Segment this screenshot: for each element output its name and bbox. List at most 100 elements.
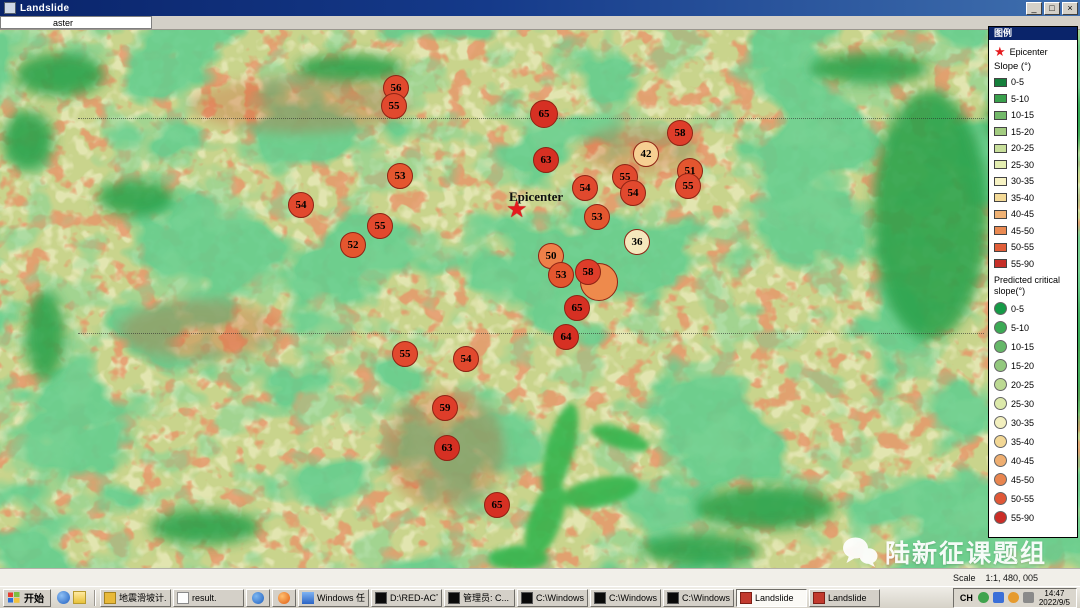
taskbar-button[interactable]: result. [173,589,244,607]
legend-class-row: 55-90 [994,259,1073,269]
taskbar-button-label: C:\Windows... [682,593,730,603]
slope-marker[interactable]: 58 [667,120,693,146]
class-swatch [994,78,1007,87]
legend-class-row: 25-30 [994,397,1073,410]
window-title-bar[interactable]: Landslide _ □ × [0,0,1080,16]
windows-explorer-icon [302,592,314,604]
slope-marker[interactable]: 63 [533,147,559,173]
slope-marker[interactable]: 55 [367,213,393,239]
class-label: 35-40 [1011,193,1034,203]
class-label: 15-20 [1011,361,1034,371]
class-swatch [994,111,1007,120]
legend-class-row: 25-30 [994,160,1073,170]
class-swatch [994,177,1007,186]
browser-quick-launch-icon[interactable] [57,591,70,604]
tray-status-icon[interactable] [978,592,989,603]
slope-marker[interactable]: 54 [620,180,646,206]
slope-marker[interactable]: 54 [572,175,598,201]
maximize-button[interactable]: □ [1044,2,1060,15]
marker-layer: 5655655842635153555554545453553652505358… [0,30,1080,568]
taskbar-button[interactable] [272,589,296,607]
language-indicator[interactable]: CH [960,593,973,603]
legend-epicenter-row: ★ Epicenter [994,46,1073,58]
slope-marker[interactable]: 63 [434,435,460,461]
slope-marker[interactable]: 65 [530,100,558,128]
folder-quick-launch-icon[interactable] [73,591,86,604]
legend-class-row: 5-10 [994,321,1073,334]
class-label: 30-35 [1011,418,1034,428]
class-label: 0-5 [1011,304,1024,314]
class-swatch [994,321,1007,334]
landslide-app-icon [740,592,752,604]
legend-title: 图例 [994,28,1012,38]
slope-marker[interactable]: 65 [564,295,590,321]
slope-marker[interactable]: 55 [392,341,418,367]
taskbar-button[interactable]: C:\Windows... [517,589,588,607]
legend-predicted-classes: 0-55-1010-1515-2020-2525-3030-3535-4040-… [994,302,1073,524]
taskbar-button[interactable]: Windows 任... [298,589,369,607]
slope-legend-title: Slope (°) [994,61,1073,72]
legend-class-row: 10-15 [994,340,1073,353]
taskbar-button-label: C:\Windows... [609,593,657,603]
taskbar-button[interactable]: Landslide [736,589,807,607]
slope-marker[interactable]: 54 [288,192,314,218]
layer-input[interactable] [0,16,152,29]
class-swatch [994,435,1007,448]
class-swatch [994,473,1007,486]
start-button[interactable]: 开始 [3,589,51,607]
taskbar-button[interactable]: 地震滑坡计... [100,589,171,607]
slope-marker[interactable]: 65 [484,492,510,518]
minimize-button[interactable]: _ [1026,2,1042,15]
class-swatch [994,359,1007,372]
slope-marker[interactable]: 42 [633,141,659,167]
slope-marker[interactable]: 64 [553,324,579,350]
class-swatch [994,416,1007,429]
slope-marker[interactable]: 59 [432,395,458,421]
class-swatch [994,259,1007,268]
legend-class-row: 0-5 [994,302,1073,315]
taskbar-button[interactable]: 管理员: C... [444,589,515,607]
browser-blue-icon [252,592,264,604]
slope-marker[interactable]: 54 [453,346,479,372]
taskbar-button[interactable] [246,589,270,607]
slope-marker[interactable]: 36 [624,229,650,255]
taskbar-button[interactable]: D:\RED-ACT... [371,589,442,607]
console-icon [594,592,606,604]
predicted-legend-title: Predicted critical slope(°) [994,275,1073,297]
class-label: 5-10 [1011,94,1029,104]
legend-class-row: 5-10 [994,94,1073,104]
slope-marker[interactable]: 53 [387,163,413,189]
legend-title-bar[interactable]: 图例 [989,27,1077,40]
slope-marker[interactable]: 53 [584,204,610,230]
console-icon [521,592,533,604]
slope-marker[interactable]: 55 [381,93,407,119]
slope-marker[interactable]: 58 [575,259,601,285]
taskbar-buttons: 地震滑坡计...result. Windows 任... D:\RED-ACT...… [100,589,951,607]
class-swatch [994,302,1007,315]
class-swatch [994,226,1007,235]
start-button-label: 开始 [24,590,44,605]
class-swatch [994,378,1007,391]
app-icon [4,2,16,14]
close-button[interactable]: × [1062,2,1078,15]
slope-marker[interactable]: 52 [340,232,366,258]
tray-status-icon[interactable] [993,592,1004,603]
slope-marker[interactable]: 55 [675,173,701,199]
taskbar-button[interactable]: C:\Windows... [590,589,661,607]
tray-status-icon[interactable] [1023,592,1034,603]
taskbar-button[interactable]: Landslide [809,589,880,607]
tray-status-icon[interactable] [1008,592,1019,603]
console-icon [667,592,679,604]
legend-panel: 图例 ★ Epicenter Slope (°) 0-5 5-10 10-15 15-… [988,26,1078,538]
epicenter-legend-label: Epicenter [1010,47,1048,57]
class-label: 55-90 [1011,259,1034,269]
taskbar-clock[interactable]: 14:47 2022/9/5 [1039,589,1070,607]
class-label: 10-15 [1011,110,1034,120]
taskbar-button-label: D:\RED-ACT... [390,593,438,603]
taskbar-button[interactable]: C:\Windows... [663,589,734,607]
watermark: 陆新征课题组 [842,534,1047,568]
slope-marker[interactable]: 53 [548,262,574,288]
watermark-text: 陆新征课题组 [885,534,1047,568]
epicenter-label: Epicenter [509,189,563,205]
map-viewport[interactable]: 5655655842635153555554545453553652505358… [0,30,1080,568]
